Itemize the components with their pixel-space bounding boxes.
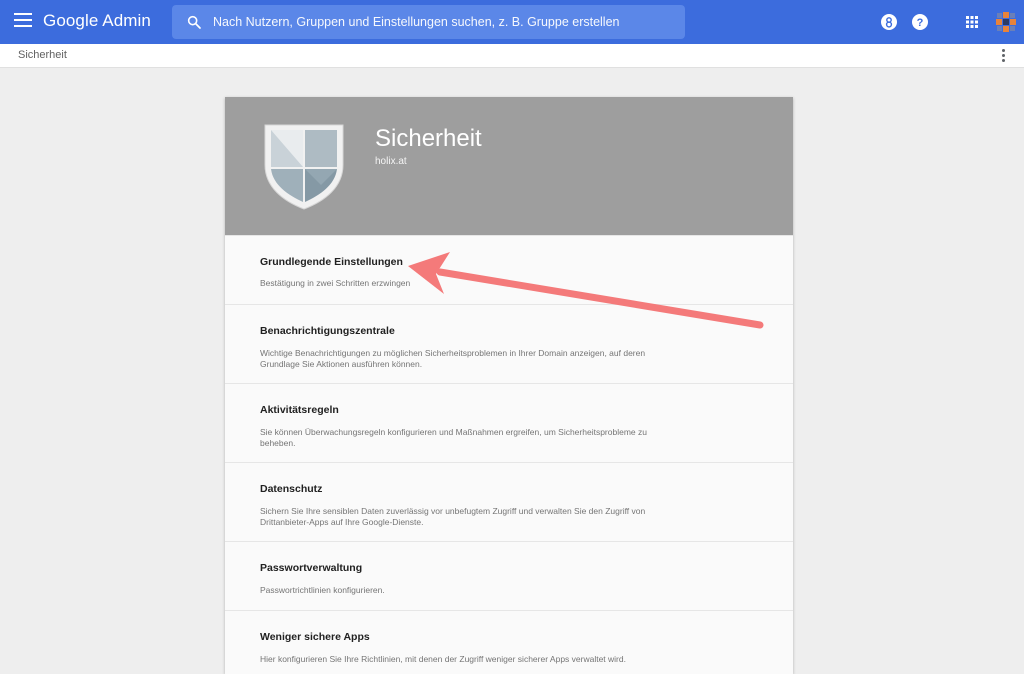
- app-brand[interactable]: Google Admin: [43, 11, 151, 31]
- menu-icon[interactable]: [14, 13, 32, 31]
- section-title: Benachrichtigungszentrale: [260, 325, 395, 337]
- section-title: Datenschutz: [260, 483, 323, 495]
- section-passwortverwaltung[interactable]: Passwortverwaltung Passwortrichtlinien k…: [225, 541, 793, 610]
- card-header: Sicherheit holix.at: [225, 97, 793, 235]
- account-avatar[interactable]: [994, 10, 1018, 34]
- search-input[interactable]: Nach Nutzern, Gruppen und Einstellungen …: [172, 5, 685, 39]
- security-card: Sicherheit holix.at Grundlegende Einstel…: [225, 97, 793, 674]
- section-description: Passwortrichtlinien konfigurieren.: [260, 585, 385, 595]
- section-description: Sie können Überwachungsregeln konfigurie…: [260, 427, 647, 448]
- section-title: Weniger sichere Apps: [260, 631, 370, 643]
- help-icon[interactable]: ?: [910, 12, 930, 32]
- domain-subtitle: holix.at: [375, 156, 407, 167]
- section-title: Grundlegende Einstellungen: [260, 256, 403, 268]
- svg-text:?: ?: [917, 17, 924, 29]
- page-title: Sicherheit: [375, 125, 482, 152]
- breadcrumb[interactable]: Sicherheit: [18, 49, 67, 61]
- section-benachrichtigungszentrale[interactable]: Benachrichtigungszentrale Wichtige Benac…: [225, 304, 793, 383]
- section-grundlegende-einstellungen[interactable]: Grundlegende Einstellungen Bestätigung i…: [225, 235, 793, 304]
- apps-grid-icon[interactable]: [962, 12, 982, 32]
- section-title: Aktivitätsregeln: [260, 404, 339, 416]
- section-description: Sichern Sie Ihre sensiblen Daten zuverlä…: [260, 506, 646, 527]
- section-datenschutz[interactable]: Datenschutz Sichern Sie Ihre sensiblen D…: [225, 462, 793, 541]
- support-icon[interactable]: [879, 12, 899, 32]
- section-aktivitaetsregeln[interactable]: Aktivitätsregeln Sie können Überwachungs…: [225, 383, 793, 462]
- section-description: Hier konfigurieren Sie Ihre Richtlinien,…: [260, 654, 626, 664]
- section-title: Passwortverwaltung: [260, 562, 363, 574]
- section-description: Bestätigung in zwei Schritten erzwingen: [260, 278, 411, 288]
- breadcrumb-bar: Sicherheit: [0, 44, 1024, 68]
- section-weniger-sichere-apps[interactable]: Weniger sichere Apps Hier konfigurieren …: [225, 610, 793, 674]
- search-icon: [187, 15, 201, 29]
- search-placeholder: Nach Nutzern, Gruppen und Einstellungen …: [213, 15, 620, 29]
- top-app-bar: Google Admin Nach Nutzern, Gruppen und E…: [0, 0, 1024, 44]
- shield-icon: [264, 124, 344, 210]
- section-description: Wichtige Benachrichtigungen zu möglichen…: [260, 348, 646, 369]
- more-vert-icon[interactable]: [1000, 49, 1006, 63]
